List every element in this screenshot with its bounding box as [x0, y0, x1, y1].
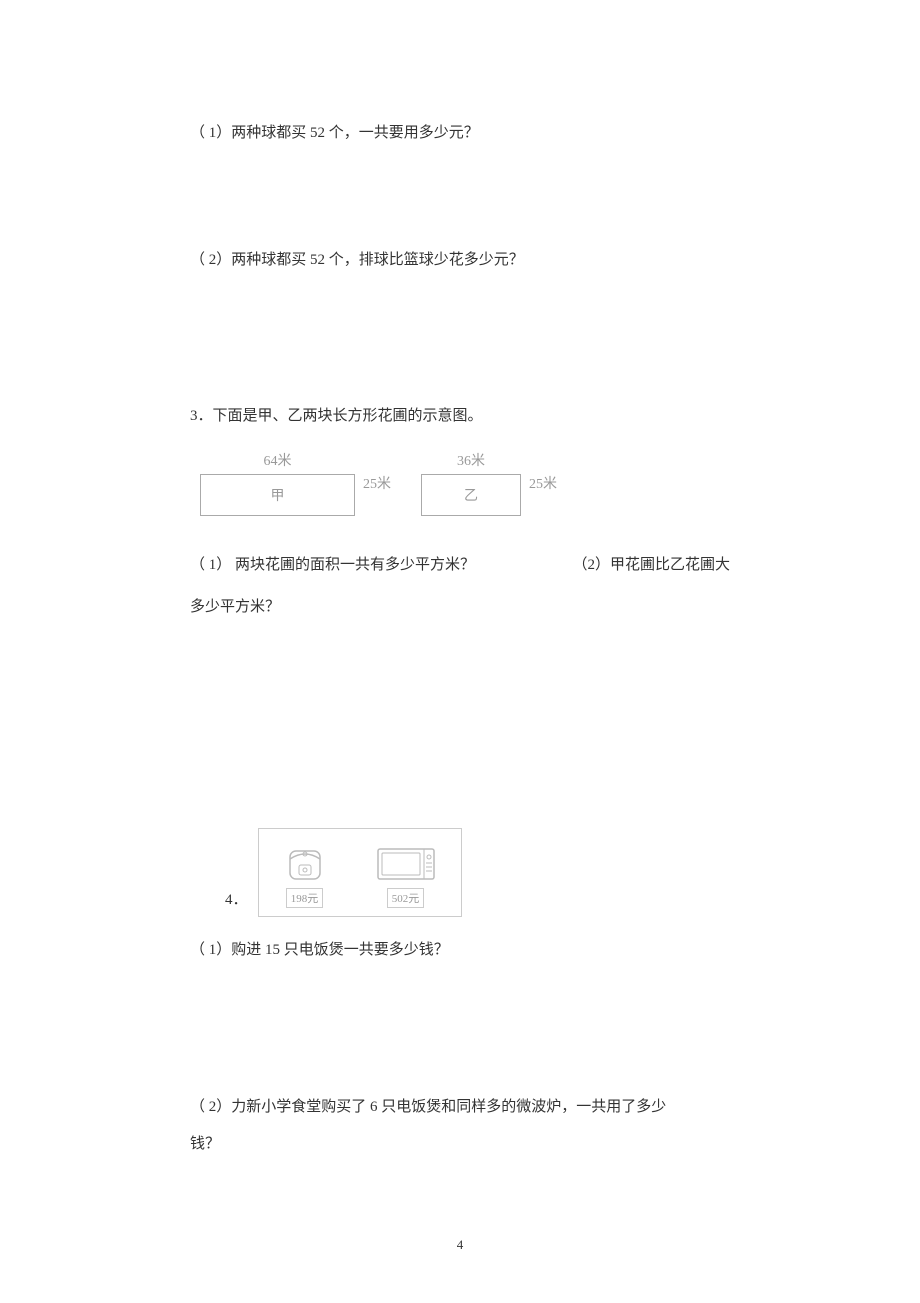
question-3-title: 3．下面是甲、乙两块长方形花圃的示意图。 — [190, 404, 730, 425]
page-number: 4 — [0, 1237, 920, 1253]
rect-jia-box: 甲 — [200, 474, 355, 516]
document-content: （ 1）两种球都买 52 个，一共要用多少元？ （ 2）两种球都买 52 个，排… — [0, 0, 920, 1158]
appliance-diagram: 198元 502元 — [258, 828, 462, 917]
microwave-item: 502元 — [376, 845, 436, 908]
question-4-sub2a: （ 2）力新小学食堂购买了 6 只电饭煲和同样多的微波炉，一共用了多少 — [190, 1094, 730, 1121]
rice-cooker-icon — [284, 841, 326, 883]
question-3-sub2b: 多少平方米？ — [190, 586, 730, 628]
rect-yi-width-label: 36米 — [457, 450, 485, 470]
question-3-sub1: （ 1） 两块花圃的面积一共有多少平方米？ — [190, 544, 475, 586]
question-3-sub2a: （2）甲花圃比乙花圃大 — [572, 544, 730, 586]
rect-yi-height-label: 25米 — [529, 473, 557, 493]
rectangle-yi-group: 36米 乙 25米 — [421, 450, 557, 516]
microwave-icon — [376, 845, 436, 883]
question-3-subquestions: （ 1） 两块花圃的面积一共有多少平方米？ （2）甲花圃比乙花圃大 多少平方米？ — [190, 544, 730, 628]
rect-yi-box: 乙 — [421, 474, 521, 516]
question-4-number: 4． — [225, 888, 248, 909]
question-4-sub1: （ 1）购进 15 只电饭煲一共要多少钱？ — [190, 937, 730, 964]
rectangle-jia-group: 64米 甲 25米 — [200, 450, 391, 516]
rectangle-diagram: 64米 甲 25米 36米 乙 25米 — [200, 450, 730, 516]
question-4-sub2b: 钱？ — [190, 1131, 730, 1158]
question-4-header: 4． 198元 — [190, 828, 730, 917]
rect-jia-height-label: 25米 — [363, 473, 391, 493]
rect-jia-width-label: 64米 — [264, 450, 292, 470]
microwave-price: 502元 — [387, 888, 425, 908]
rice-cooker-price: 198元 — [286, 888, 324, 908]
rice-cooker-item: 198元 — [284, 841, 326, 908]
question-2-2: （ 2）两种球都买 52 个，排球比篮球少花多少元？ — [190, 247, 730, 274]
question-2-1: （ 1）两种球都买 52 个，一共要用多少元？ — [190, 120, 730, 147]
